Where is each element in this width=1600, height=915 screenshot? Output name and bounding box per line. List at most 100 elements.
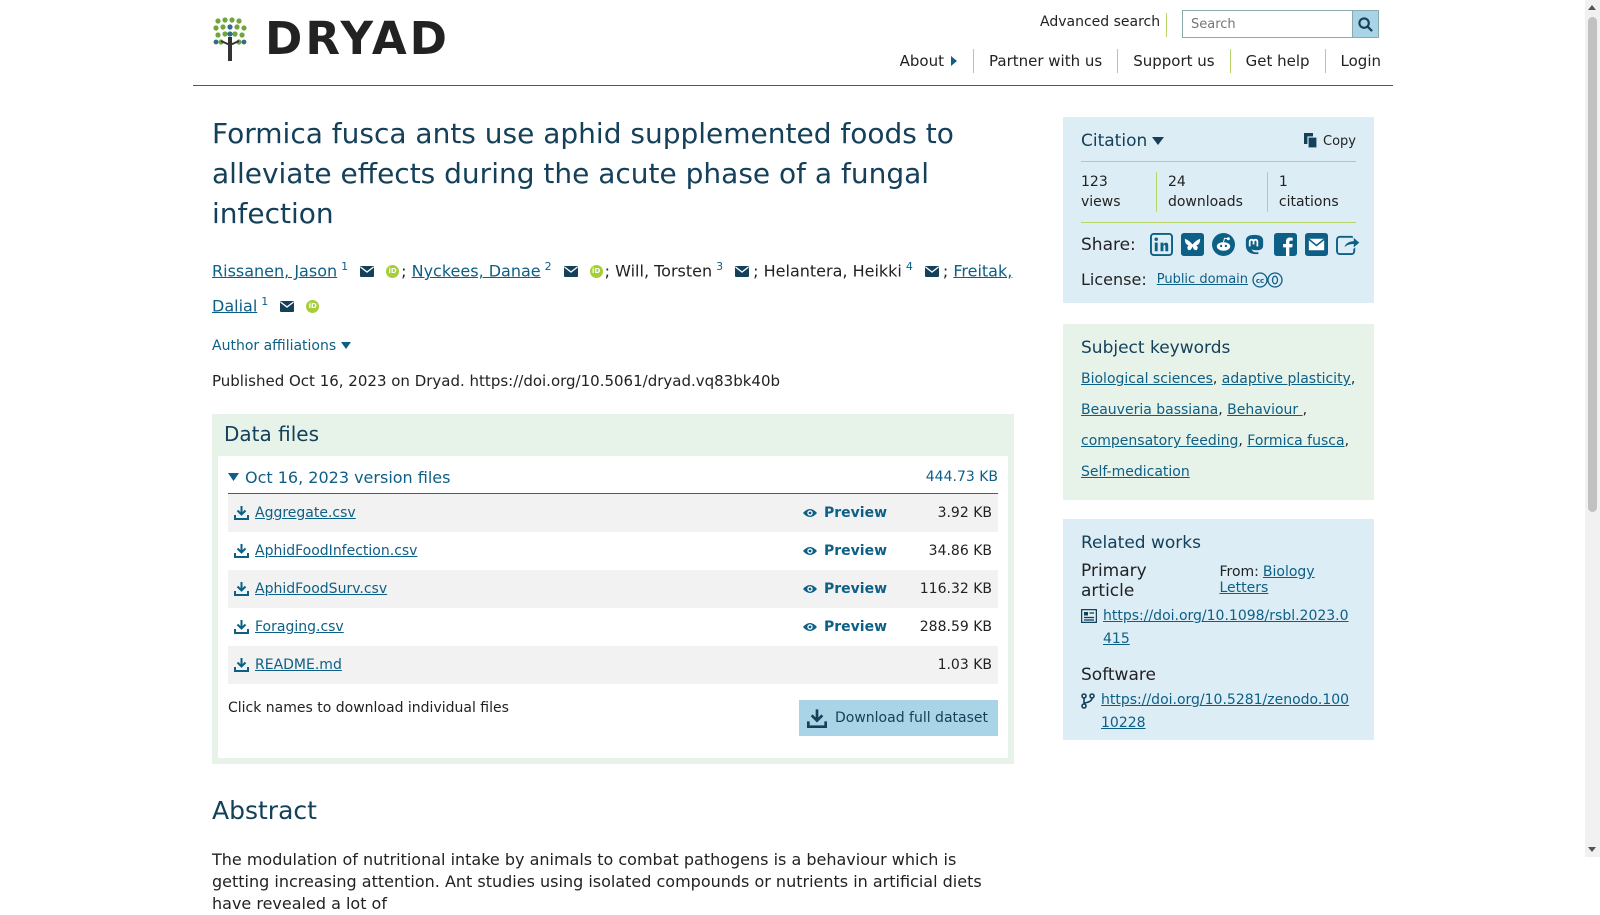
author-affiliations-toggle[interactable]: Author affiliations [212,338,1014,354]
download-full-dataset-label: Download full dataset [834,709,988,726]
file-row: README.md 1.03 KB [228,645,998,684]
main-nav: About Partner with us Support us Get hel… [885,49,1381,73]
nav-about[interactable]: About [885,49,973,73]
email-icon[interactable] [563,257,578,287]
email-icon[interactable] [280,292,295,322]
keywords-panel: Subject keywords Biological sciences, ad… [1063,324,1374,500]
share-icon[interactable] [1335,233,1361,256]
software-label: Software [1081,665,1156,685]
license-link[interactable]: Public domain [1157,272,1248,287]
scroll-down-arrow[interactable] [1588,847,1596,852]
download-icon[interactable] [234,543,249,559]
caret-down-icon [228,473,239,482]
citation-panel: Citation Copy 123 views 24 downloads 1 c… [1063,117,1374,303]
software-link[interactable]: https://doi.org/10.5281/zenodo.10010228 [1101,689,1356,735]
preview-button[interactable]: Preview [802,581,902,597]
download-full-dataset-button[interactable]: Download full dataset [798,699,998,736]
file-link[interactable]: Foraging.csv [255,619,344,635]
reddit-icon[interactable] [1211,233,1235,256]
scroll-up-arrow[interactable] [1588,5,1596,10]
keyword-link[interactable]: Self-medication [1081,464,1190,480]
download-icon[interactable] [234,619,249,635]
caret-down-icon [341,342,352,350]
file-name-cell: AphidFoodInfection.csv [234,543,802,559]
download-hint: Click names to download individual files [228,699,509,716]
software-link-row: https://doi.org/10.5281/zenodo.10010228 [1081,689,1356,735]
file-name-cell: Aggregate.csv [234,505,802,521]
author-affil-number[interactable]: 4 [906,260,913,273]
file-name-cell: Foraging.csv [234,619,802,635]
search-input[interactable] [1182,10,1352,38]
author-affil-number[interactable]: 1 [341,260,348,273]
download-icon[interactable] [234,581,249,597]
download-icon[interactable] [234,505,249,521]
file-row: Foraging.csv Preview 288.59 KB [228,608,998,646]
keyword-link[interactable]: compensatory feeding [1081,433,1238,449]
file-link[interactable]: Aggregate.csv [255,505,356,521]
dataset-title: Formica fusca ants use aphid supplemente… [212,117,954,230]
author-affil-number[interactable]: 3 [716,260,723,273]
mastodon-icon[interactable] [1243,233,1266,256]
preview-button[interactable]: Preview [802,505,902,521]
keyword-link[interactable]: adaptive plasticity [1222,371,1351,387]
cc-zero-icon: cc [1252,271,1284,288]
email-share-icon[interactable] [1304,233,1328,256]
email-icon[interactable] [360,257,375,287]
advanced-search-link[interactable]: Advanced search [1040,14,1160,30]
orcid-icon[interactable]: iD [589,265,603,279]
download-icon[interactable] [234,657,249,673]
nav-help[interactable]: Get help [1229,49,1325,73]
citation-header: Citation Copy [1081,131,1356,162]
keyword-link[interactable]: Beauveria bassiana [1081,402,1218,418]
author-name[interactable]: Nyckees, Danae [412,261,541,280]
copy-button[interactable]: Copy [1304,133,1356,149]
version-toggle[interactable]: Oct 16, 2023 version files [228,468,450,487]
share-label: Share: [1081,234,1136,255]
site-header: DRYAD Advanced search About Partner with… [193,0,1393,86]
file-row: AphidFoodInfection.csv Preview 34.86 KB [228,532,998,570]
search-button[interactable] [1352,10,1379,38]
nav-support[interactable]: Support us [1117,49,1229,73]
file-row: AphidFoodSurv.csv Preview 116.32 KB [228,569,998,608]
primary-article-label: Primary article [1081,561,1147,601]
author-list: Rissanen, Jason 1 iD; Nyckees, Danae 2 iD; W… [212,252,1014,322]
dryad-logo[interactable]: DRYAD [213,16,450,61]
caret-down-icon [1152,137,1165,145]
data-files-footer: Click names to download individual files… [228,699,998,736]
scroll-thumb[interactable] [1588,17,1597,512]
email-icon[interactable] [735,257,750,287]
keyword-link[interactable]: Formica fusca [1247,433,1344,449]
article-icon [1081,609,1097,623]
orcid-icon[interactable]: iD [386,265,400,279]
caret-right-icon [951,56,957,66]
code-branch-icon [1081,693,1095,709]
primary-article-link[interactable]: https://doi.org/10.1098/rsbl.2023.0415 [1103,605,1356,651]
file-link[interactable]: AphidFoodInfection.csv [255,543,417,559]
author-affil-number[interactable]: 2 [545,260,552,273]
preview-button[interactable]: Preview [802,619,902,635]
facebook-icon[interactable] [1273,233,1297,256]
file-link[interactable]: AphidFoodSurv.csv [255,581,387,597]
keyword-link[interactable]: Biological sciences [1081,371,1213,387]
citation-title: Citation [1081,131,1148,151]
keyword-link[interactable]: Behaviour [1227,402,1303,418]
author-name[interactable]: Rissanen, Jason [212,261,337,280]
vertical-scrollbar[interactable] [1585,0,1600,857]
linkedin-icon[interactable] [1149,233,1173,256]
nav-login[interactable]: Login [1324,49,1381,73]
keywords-title: Subject keywords [1081,338,1231,358]
author-affil-number[interactable]: 1 [261,295,268,308]
from-journal: From: Biology Letters [1219,564,1356,596]
bluesky-icon[interactable] [1180,233,1204,256]
downloads-count: 24 downloads [1155,172,1267,212]
nav-partner[interactable]: Partner with us [973,49,1117,73]
published-line: Published Oct 16, 2023 on Dryad. https:/… [212,371,781,390]
svg-text:cc: cc [1256,277,1264,285]
orcid-icon[interactable]: iD [306,300,320,314]
preview-button[interactable]: Preview [802,543,902,559]
citation-toggle[interactable]: Citation [1081,131,1165,151]
preview-label: Preview [824,580,888,597]
email-icon[interactable] [924,257,939,287]
version-row: Oct 16, 2023 version files 444.73 KB [228,468,998,494]
file-link[interactable]: README.md [255,657,342,673]
